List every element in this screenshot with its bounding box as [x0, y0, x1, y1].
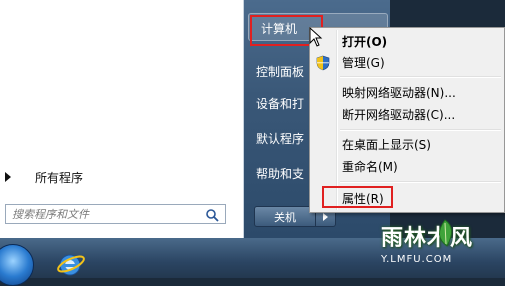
menu-item-label: 管理(G) [342, 55, 385, 70]
leaf-icon [439, 219, 452, 247]
watermark: 雨林木风 Y.LMFU.COM [375, 216, 505, 278]
arrow-right-icon [5, 172, 11, 182]
menu-separator [340, 181, 501, 183]
arrow-right-icon [323, 212, 328, 221]
watermark-title: 雨林木风 [381, 226, 474, 251]
start-item-label: 默认程序 [256, 131, 305, 146]
start-item-help[interactable]: 帮助和支 [256, 162, 304, 184]
cursor-arrow-icon [309, 27, 323, 47]
menu-gutter [336, 30, 338, 210]
shutdown-button[interactable]: 关机 [254, 206, 316, 227]
menu-item-disconnect-network-drive[interactable]: 断开网络驱动器(C)... [342, 104, 455, 124]
start-item-label: 帮助和支 [256, 166, 305, 181]
all-programs-label: 所有程序 [35, 170, 84, 185]
search-icon[interactable] [205, 208, 219, 222]
start-orb-icon[interactable] [0, 244, 34, 286]
ie-icon[interactable] [56, 250, 86, 278]
menu-separator [340, 129, 501, 131]
menu-item-rename[interactable]: 重命名(M) [342, 156, 398, 176]
start-item-label: 控制面板 [256, 64, 305, 79]
menu-item-label: 打开(O) [342, 34, 388, 49]
menu-separator [340, 76, 501, 78]
menu-item-label: 映射网络驱动器(N)... [342, 85, 456, 100]
all-programs-item[interactable]: 所有程序 [0, 163, 243, 191]
menu-item-label: 重命名(M) [342, 159, 398, 174]
menu-item-manage[interactable]: 管理(G) [342, 52, 385, 72]
shield-icon [316, 55, 330, 71]
search-input[interactable] [6, 206, 209, 222]
start-item-label: 设备和打 [256, 96, 305, 111]
start-item-default-programs[interactable]: 默认程序 [256, 127, 304, 149]
menu-item-label: 在桌面上显示(S) [342, 137, 431, 152]
menu-item-map-network-drive[interactable]: 映射网络驱动器(N)... [342, 82, 456, 102]
highlight-properties-box [322, 186, 393, 208]
menu-item-label: 断开网络驱动器(C)... [342, 107, 456, 122]
start-menu-left-panel: 所有程序 [0, 0, 244, 238]
menu-item-open[interactable]: 打开(O) [342, 31, 387, 51]
menu-item-show-on-desktop[interactable]: 在桌面上显示(S) [342, 134, 431, 154]
start-item-control-panel[interactable]: 控制面板 [256, 60, 304, 82]
start-item-devices[interactable]: 设备和打 [256, 92, 304, 114]
watermark-url: Y.LMFU.COM [381, 254, 453, 265]
shutdown-label: 关机 [274, 210, 296, 224]
search-box[interactable] [5, 204, 226, 224]
